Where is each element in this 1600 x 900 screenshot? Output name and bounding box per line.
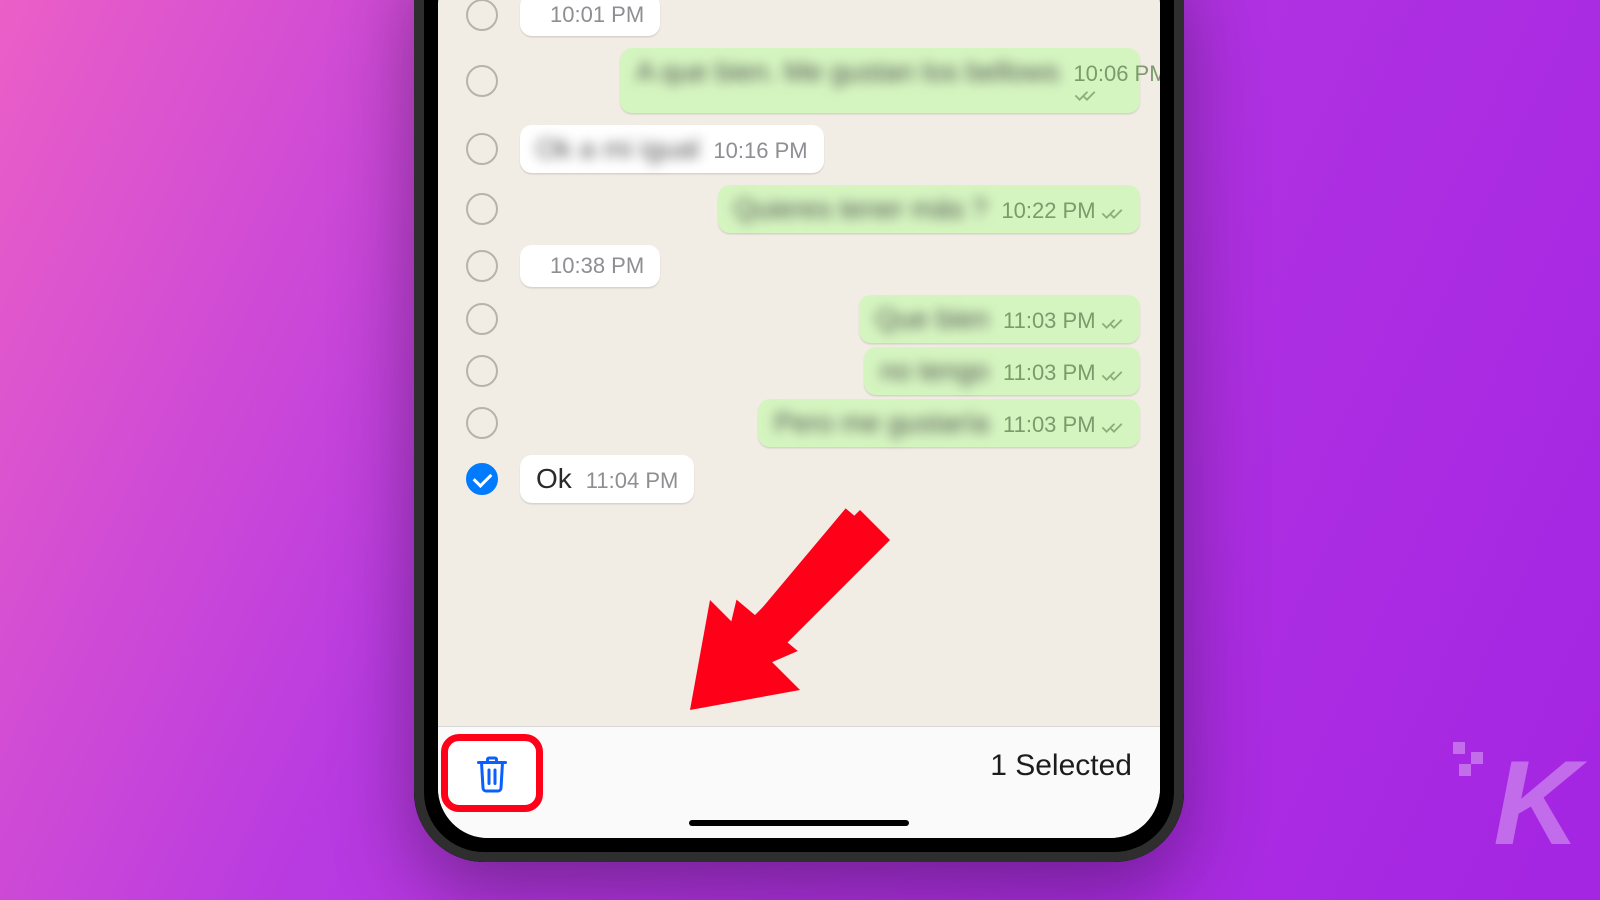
message-row[interactable]: A que bien. Me gustan los bellows 10:06 … bbox=[438, 42, 1160, 119]
message-time: 10:06 PM bbox=[1073, 61, 1160, 86]
select-radio[interactable] bbox=[466, 250, 498, 282]
message-time: 10:16 PM bbox=[713, 138, 807, 164]
select-radio[interactable] bbox=[466, 133, 498, 165]
message-time: 11:03 PM bbox=[1003, 308, 1096, 333]
message-time: 10:01 PM bbox=[550, 2, 644, 28]
message-text: Ok a mi igual bbox=[536, 133, 699, 165]
read-ticks-icon bbox=[1102, 421, 1124, 435]
incoming-bubble[interactable]: Ok a mi igual 10:16 PM bbox=[520, 125, 824, 173]
selected-count-label: 1 Selected bbox=[990, 749, 1132, 783]
incoming-bubble[interactable]: 10:38 PM bbox=[520, 245, 660, 287]
delete-button-highlight bbox=[441, 734, 543, 812]
select-radio-checked[interactable] bbox=[466, 463, 498, 495]
message-time: 10:38 PM bbox=[550, 253, 644, 279]
outgoing-bubble[interactable]: Pero me gustaría 11:03 PM bbox=[758, 399, 1140, 447]
message-row[interactable]: 10:01 PM bbox=[438, 0, 1160, 42]
message-text: Que bien bbox=[875, 303, 989, 335]
phone-frame: 10:01 PM A que bien. Me gustan los bello… bbox=[414, 0, 1184, 862]
read-ticks-icon bbox=[1102, 317, 1124, 331]
phone-screen: 10:01 PM A que bien. Me gustan los bello… bbox=[438, 0, 1160, 838]
outgoing-bubble[interactable]: A que bien. Me gustan los bellows 10:06 … bbox=[620, 48, 1140, 113]
select-radio[interactable] bbox=[466, 193, 498, 225]
outgoing-bubble[interactable]: Que bien 11:03 PM bbox=[859, 295, 1140, 343]
message-text: Pero me gustaría bbox=[774, 407, 989, 439]
read-ticks-icon bbox=[1102, 369, 1124, 383]
message-text: no tengo bbox=[880, 355, 989, 387]
message-row[interactable]: 10:38 PM bbox=[438, 239, 1160, 293]
message-text: A que bien. Me gustan los bellows bbox=[636, 56, 1059, 88]
message-row[interactable]: Quieres tener más ? 10:22 PM bbox=[438, 179, 1160, 239]
selection-toolbar: 1 Selected bbox=[438, 726, 1160, 838]
stage: 10:01 PM A que bien. Me gustan los bello… bbox=[0, 0, 1600, 900]
home-indicator[interactable] bbox=[689, 820, 909, 826]
select-radio[interactable] bbox=[466, 355, 498, 387]
select-radio[interactable] bbox=[466, 65, 498, 97]
message-time: 11:04 PM bbox=[586, 468, 679, 494]
message-row[interactable]: no tengo 11:03 PM bbox=[438, 345, 1160, 397]
select-radio[interactable] bbox=[466, 303, 498, 335]
read-ticks-icon bbox=[1102, 207, 1124, 221]
incoming-bubble[interactable]: 10:01 PM bbox=[520, 0, 660, 36]
message-time: 11:03 PM bbox=[1003, 360, 1096, 385]
message-text: Ok bbox=[536, 463, 572, 495]
select-radio[interactable] bbox=[466, 407, 498, 439]
incoming-bubble[interactable]: Ok 11:04 PM bbox=[520, 455, 694, 503]
select-radio[interactable] bbox=[466, 0, 498, 31]
watermark-logo: K bbox=[1493, 734, 1572, 872]
message-row[interactable]: Ok 11:04 PM bbox=[438, 449, 1160, 509]
message-text: Quieres tener más ? bbox=[734, 193, 988, 225]
message-row[interactable]: Que bien 11:03 PM bbox=[438, 293, 1160, 345]
message-row[interactable]: Ok a mi igual 10:16 PM bbox=[438, 119, 1160, 179]
message-time: 11:03 PM bbox=[1003, 412, 1096, 437]
message-time: 10:22 PM bbox=[1001, 198, 1095, 223]
chat-scroll[interactable]: 10:01 PM A que bien. Me gustan los bello… bbox=[438, 0, 1160, 726]
message-row[interactable]: Pero me gustaría 11:03 PM bbox=[438, 397, 1160, 449]
read-ticks-icon bbox=[1075, 89, 1097, 103]
outgoing-bubble[interactable]: no tengo 11:03 PM bbox=[864, 347, 1140, 395]
outgoing-bubble[interactable]: Quieres tener más ? 10:22 PM bbox=[718, 185, 1140, 233]
trash-icon[interactable] bbox=[474, 753, 510, 793]
